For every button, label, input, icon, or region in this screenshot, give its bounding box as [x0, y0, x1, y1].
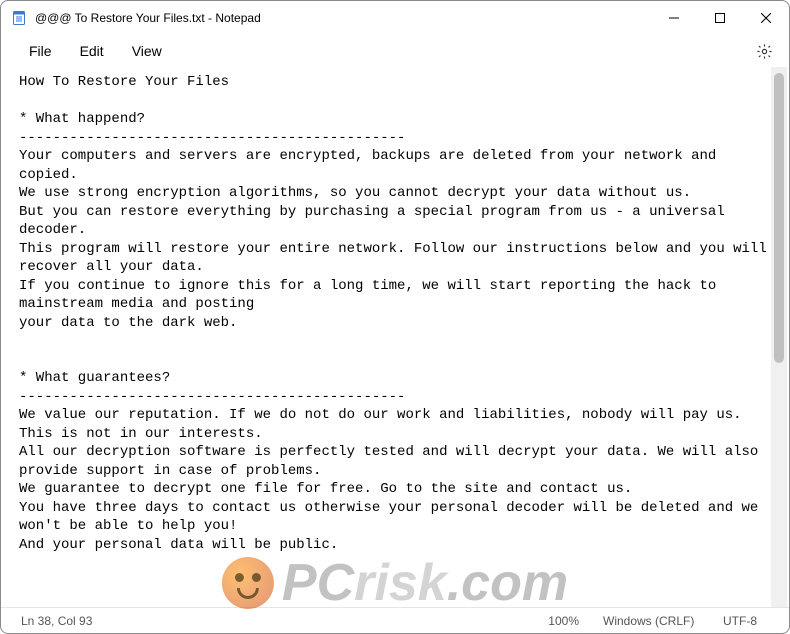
settings-button[interactable] [747, 36, 781, 66]
close-button[interactable] [743, 2, 789, 34]
titlebar[interactable]: @@@ To Restore Your Files.txt - Notepad [1, 1, 789, 35]
window-title: @@@ To Restore Your Files.txt - Notepad [35, 11, 261, 25]
editor-area: How To Restore Your Files * What happend… [1, 67, 789, 607]
minimize-button[interactable] [651, 2, 697, 34]
status-zoom: 100% [536, 614, 591, 628]
menu-edit[interactable]: Edit [66, 39, 118, 63]
menu-file[interactable]: File [15, 39, 66, 63]
status-line-ending: Windows (CRLF) [591, 614, 711, 628]
status-cursor: Ln 38, Col 93 [9, 614, 104, 628]
statusbar: Ln 38, Col 93 100% Windows (CRLF) UTF-8 [1, 607, 789, 633]
menubar: File Edit View [1, 35, 789, 67]
scrollbar-thumb[interactable] [774, 73, 784, 363]
notepad-window: @@@ To Restore Your Files.txt - Notepad … [0, 0, 790, 634]
menu-view[interactable]: View [118, 39, 176, 63]
vertical-scrollbar[interactable] [771, 67, 787, 607]
notepad-icon [11, 10, 27, 26]
status-encoding: UTF-8 [711, 614, 781, 628]
text-content[interactable]: How To Restore Your Files * What happend… [1, 67, 771, 607]
maximize-button[interactable] [697, 2, 743, 34]
